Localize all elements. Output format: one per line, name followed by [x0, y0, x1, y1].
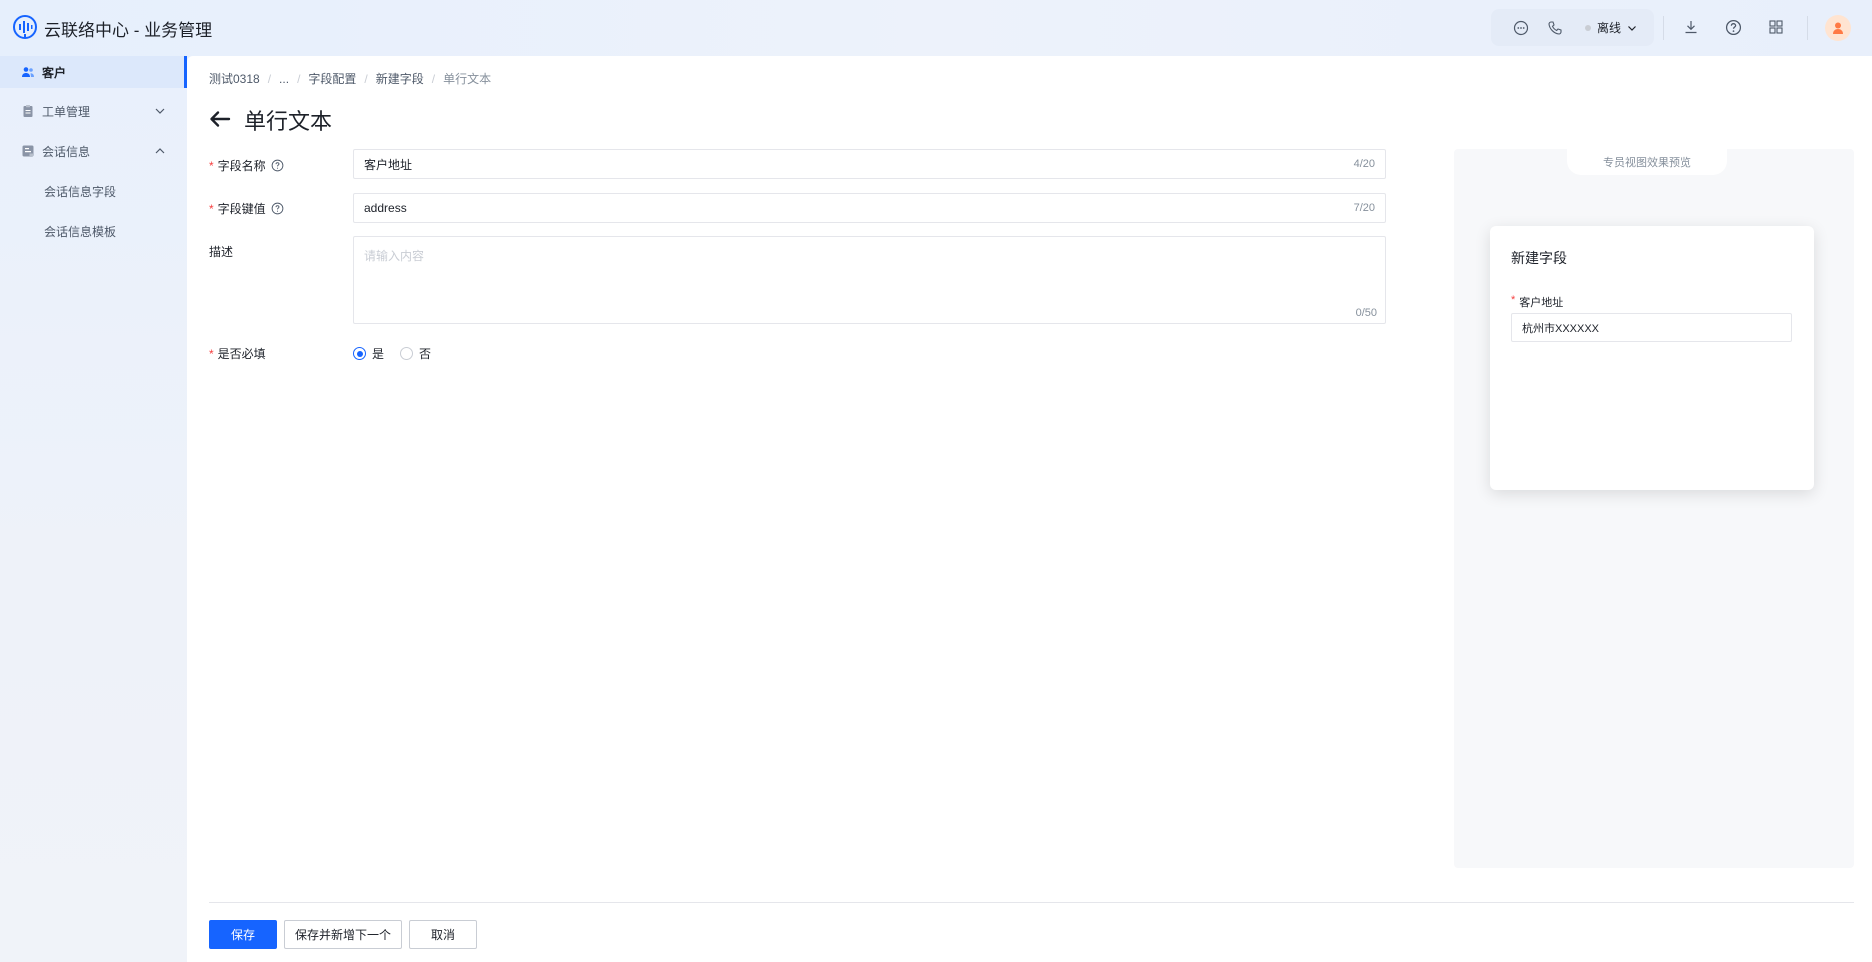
chevron-down-icon — [155, 108, 165, 114]
required-mark: * — [209, 201, 214, 216]
preview-field-input: 杭州市XXXXXX — [1511, 313, 1792, 342]
input-value: 杭州市XXXXXX — [1522, 322, 1600, 335]
clipboard-icon — [23, 105, 33, 117]
description-textarea[interactable]: 请输入内容 0/50 — [353, 236, 1386, 324]
sidebar-item-customer[interactable]: 客户 — [0, 56, 187, 88]
avatar[interactable] — [1825, 15, 1851, 41]
char-counter: 0/50 — [1355, 307, 1377, 319]
radio-unchecked-icon — [400, 347, 414, 360]
page-title: 单行文本 — [244, 109, 333, 134]
sidebar: 客户 工单管理 会话信息 会话信息字段 会话信息模板 — [0, 56, 187, 962]
chat-info-icon — [22, 145, 34, 157]
field-key-label: * 字段键值 — [209, 200, 284, 217]
breadcrumb-separator: / — [297, 71, 301, 86]
question-circle-icon[interactable] — [271, 202, 284, 215]
preview-card-title: 新建字段 — [1511, 250, 1567, 266]
required-mark: * — [1511, 294, 1516, 306]
header-toolbox: 离线 — [1491, 9, 1654, 46]
sidebar-item-session-info-templates[interactable]: 会话信息模板 — [0, 215, 187, 247]
status-dot — [1585, 24, 1591, 31]
preview-card: 新建字段 * 客户地址 杭州市XXXXXX — [1490, 226, 1814, 490]
chat-icon[interactable] — [1511, 18, 1531, 38]
radio-label: 是 — [372, 347, 385, 361]
help-icon[interactable] — [1723, 17, 1743, 37]
required-label: * 是否必填 — [209, 345, 266, 362]
label-text: 描述 — [209, 245, 234, 259]
main-panel: 测试0318 / ... / 字段配置 / 新建字段 / 单行文本 单行文本 *… — [187, 56, 1872, 962]
top-header: 云联络中心 - 业务管理 离线 — [0, 0, 1872, 56]
preview-field-label: * 客户地址 — [1511, 294, 1563, 310]
app-logo-icon — [13, 15, 37, 39]
breadcrumb-item[interactable]: 字段配置 — [308, 70, 356, 87]
status-label: 离线 — [1597, 21, 1622, 35]
apps-grid-icon[interactable] — [1766, 17, 1786, 37]
sidebar-item-label: 会话信息 — [42, 144, 91, 159]
radio-yes[interactable]: 是 — [353, 345, 384, 362]
required-radio-group: 是 否 — [353, 345, 447, 362]
field-key-input[interactable]: address 7/20 — [353, 193, 1386, 223]
header-divider — [1807, 16, 1808, 40]
field-name-input[interactable]: 客户地址 4/20 — [353, 149, 1386, 179]
sidebar-item-ticket-management[interactable]: 工单管理 — [0, 95, 187, 127]
breadcrumb-separator: / — [431, 71, 436, 86]
sidebar-item-session-info-fields[interactable]: 会话信息字段 — [0, 175, 187, 207]
sidebar-item-label: 客户 — [42, 65, 67, 80]
breadcrumb-ellipsis[interactable]: ... — [279, 72, 289, 86]
field-name-label: * 字段名称 — [209, 157, 284, 174]
sidebar-item-label: 会话信息字段 — [44, 184, 117, 199]
description-label: 描述 — [209, 243, 233, 260]
header-divider — [1663, 16, 1664, 40]
label-text: 字段键值 — [217, 202, 266, 216]
breadcrumb-current: 单行文本 — [443, 72, 492, 86]
sidebar-item-label: 工单管理 — [42, 104, 91, 119]
required-mark: * — [209, 346, 214, 361]
required-mark: * — [209, 158, 214, 173]
download-icon[interactable] — [1681, 17, 1701, 37]
breadcrumb-item[interactable]: 新建字段 — [376, 70, 424, 87]
cancel-button[interactable]: 取消 — [409, 920, 477, 949]
label-text: 是否必填 — [217, 347, 266, 361]
status-dropdown[interactable]: 离线 — [1585, 19, 1637, 36]
breadcrumb-separator: / — [267, 71, 272, 86]
char-counter: 4/20 — [1353, 158, 1375, 170]
chevron-up-icon — [155, 148, 165, 154]
char-counter: 7/20 — [1353, 202, 1375, 214]
sidebar-item-session-info[interactable]: 会话信息 — [0, 135, 187, 167]
back-arrow-icon[interactable] — [207, 106, 233, 132]
radio-no[interactable]: 否 — [400, 345, 431, 362]
users-icon — [22, 67, 34, 77]
radio-checked-icon — [353, 347, 366, 360]
preview-tab: 专员视图效果预览 — [1567, 149, 1727, 175]
phone-icon[interactable] — [1545, 18, 1565, 38]
label-text: 字段名称 — [217, 159, 266, 173]
chevron-down-icon — [1628, 25, 1636, 31]
input-value: 客户地址 — [364, 157, 413, 172]
sidebar-item-label: 会话信息模板 — [44, 224, 117, 239]
agent-view-preview: 专员视图效果预览 新建字段 * 客户地址 杭州市XXXXXX — [1454, 149, 1854, 868]
save-button[interactable]: 保存 — [209, 920, 277, 949]
app-title: 云联络中心 - 业务管理 — [44, 21, 213, 40]
question-circle-icon[interactable] — [271, 159, 284, 172]
save-and-new-button[interactable]: 保存并新增下一个 — [284, 920, 402, 949]
label-text: 客户地址 — [1519, 297, 1564, 309]
breadcrumb-item[interactable]: 测试0318 — [209, 70, 260, 87]
input-value: address — [364, 201, 407, 215]
breadcrumb: 测试0318 / ... / 字段配置 / 新建字段 / 单行文本 — [209, 70, 491, 87]
textarea-placeholder: 请输入内容 — [364, 249, 425, 263]
radio-label: 否 — [419, 347, 432, 361]
breadcrumb-separator: / — [364, 71, 368, 86]
footer-divider — [209, 902, 1854, 903]
